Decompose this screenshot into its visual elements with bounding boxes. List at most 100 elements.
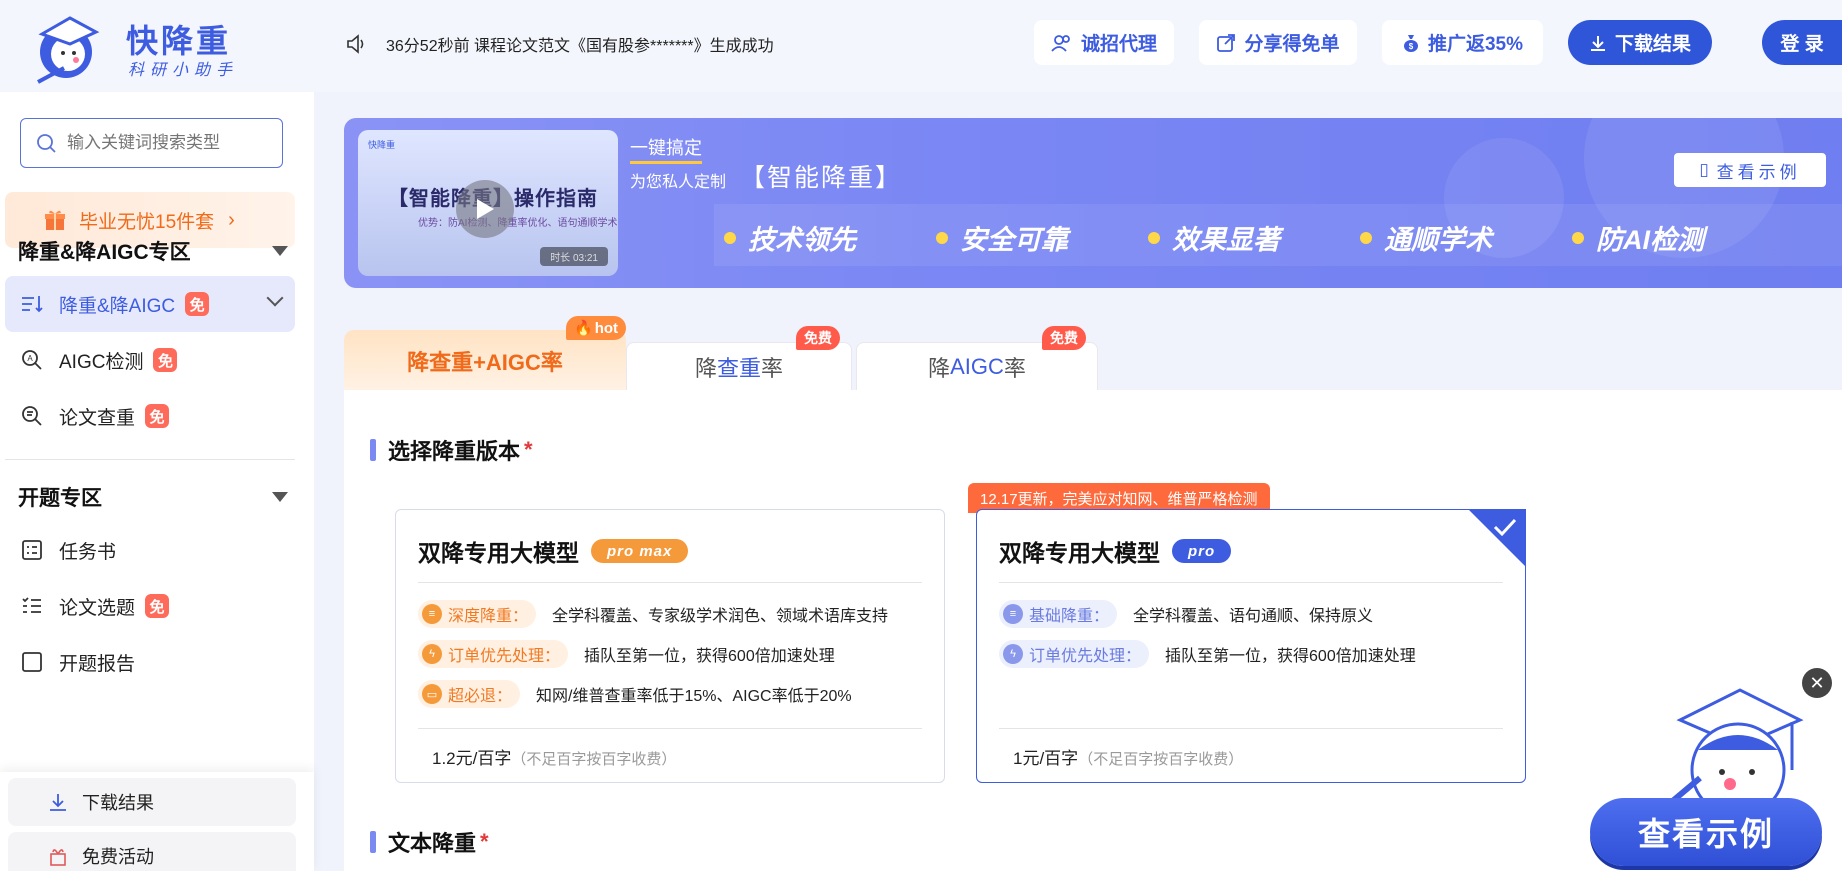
section-title: 降重&降AIGC专区 bbox=[18, 241, 191, 264]
divider bbox=[418, 582, 922, 583]
tab-label-part: 降 bbox=[694, 355, 717, 381]
sidebar-item-paper-check[interactable]: 论文查重 免 bbox=[5, 388, 295, 444]
view-example-button[interactable]: ▯ 查看示例 bbox=[1674, 153, 1826, 187]
feature-pill: ϟ 订单优先处理： bbox=[999, 640, 1150, 668]
free-badge: 免 bbox=[185, 292, 210, 316]
title-bar bbox=[370, 439, 376, 461]
tab-label-part: 率 bbox=[761, 355, 784, 381]
feature-label: 防AI检测 bbox=[1596, 225, 1704, 255]
sidebar-item-proposal-report[interactable]: 开题报告 bbox=[5, 634, 295, 690]
pill-label: 深度降重： bbox=[448, 608, 529, 625]
feature-text: 插队至第一位，获得600倍加速处理 bbox=[1165, 648, 1416, 665]
sidebar-item-rewrite-aigc[interactable]: 降重&降AIGC 免 bbox=[5, 276, 295, 332]
section-title-text: 选择降重版本 bbox=[388, 439, 521, 464]
svg-text:A: A bbox=[27, 354, 33, 363]
play-icon[interactable] bbox=[456, 180, 514, 238]
pro-chip: pro bbox=[1172, 539, 1232, 563]
view-example-label: 查看示例 bbox=[1716, 162, 1801, 182]
sidebar-search[interactable] bbox=[20, 118, 283, 168]
hot-tag: 🔥 hot bbox=[566, 316, 627, 340]
layers-icon: ≡ bbox=[1003, 604, 1023, 624]
layers-icon: ≡ bbox=[422, 604, 442, 624]
version-card-pro[interactable]: 双降专用大模型 pro ≡ 基础降重： 全学科覆盖、语句通顺、保持原义 ϟ 订单优先… bbox=[976, 509, 1526, 783]
section-title: 开题专区 bbox=[18, 487, 102, 510]
sidebar-item-label: 降重&降AIGC bbox=[59, 295, 176, 317]
free-badge: 免 bbox=[145, 404, 170, 428]
book-icon: ▯ bbox=[1699, 160, 1713, 179]
required-mark: * bbox=[524, 437, 533, 462]
feature-item: 效果显著 bbox=[1148, 218, 1280, 257]
tab-label-part: 率 bbox=[1003, 355, 1026, 381]
feature-label: 通顺学术 bbox=[1384, 225, 1492, 255]
free-tag: 免费 bbox=[796, 326, 840, 350]
promo-button[interactable]: $ 推广返35% bbox=[1382, 20, 1543, 65]
feature-text: 知网/维普查重率低于15%、AIGC率低于20% bbox=[536, 688, 852, 705]
sidebar-bottom-panel: 下载结果 免费活动 bbox=[0, 772, 314, 871]
close-icon[interactable]: ✕ bbox=[1802, 668, 1832, 698]
share-button-label: 分享得免单 bbox=[1244, 34, 1340, 55]
agent-button[interactable]: 诚招代理 bbox=[1034, 20, 1174, 65]
card-title: 双降专用大模型 pro bbox=[999, 534, 1232, 568]
video-subtitle: 优势：防AI检测、降重率优化、语句通顺学术 bbox=[418, 218, 618, 229]
guide-video[interactable]: 快降重 【智能降重】操作指南 优势：防AI检测、降重率优化、语句通顺学术 时长 … bbox=[358, 130, 618, 276]
agent-button-label: 诚招代理 bbox=[1080, 34, 1157, 55]
free-tag: 免费 bbox=[1042, 326, 1086, 350]
tab-label-part: 查重 bbox=[716, 355, 761, 381]
required-mark: * bbox=[480, 829, 489, 854]
sidebar-free-activity-button[interactable]: 免费活动 bbox=[8, 832, 296, 871]
sidebar-item-task-book[interactable]: 任务书 bbox=[5, 522, 295, 578]
feature-text: 插队至第一位，获得600倍加速处理 bbox=[584, 648, 835, 665]
login-button-label: 登 录 bbox=[1780, 34, 1824, 55]
download-button[interactable]: 下载结果 bbox=[1568, 20, 1712, 65]
feature-pill: ≡ 基础降重： bbox=[999, 600, 1118, 628]
sidebar-item-topic[interactable]: 论文选题 免 bbox=[5, 578, 295, 634]
download-button-label: 下载结果 bbox=[1614, 34, 1691, 55]
sidebar-item-label: 论文选题 bbox=[59, 597, 136, 619]
pill-label: 超必退： bbox=[448, 688, 513, 705]
bullet-icon bbox=[936, 231, 948, 244]
logo[interactable]: 快降重 科研小助手 bbox=[34, 12, 244, 86]
share-icon bbox=[1217, 33, 1236, 52]
pro-max-chip: pro max bbox=[591, 539, 689, 563]
version-card-pro-max[interactable]: 双降专用大模型 pro max ≡ 深度降重： 全学科覆盖、专家级学术润色、领域术… bbox=[395, 509, 945, 783]
section-header-rewrite[interactable]: 降重&降AIGC专区 bbox=[18, 236, 288, 266]
search-icon bbox=[37, 134, 56, 153]
pill-label: 订单优先处理： bbox=[1029, 648, 1142, 665]
sidebar-item-aigc-detect[interactable]: A AIGC检测 免 bbox=[5, 332, 295, 388]
card-title: 双降专用大模型 pro max bbox=[418, 534, 689, 568]
divider bbox=[999, 582, 1503, 583]
login-button[interactable]: 登 录 bbox=[1762, 20, 1842, 65]
banner-subtitle: 为您私人定制 bbox=[630, 174, 727, 191]
floating-view-example-button[interactable]: 查看示例 bbox=[1590, 798, 1822, 866]
download-icon bbox=[50, 794, 66, 811]
card-price: 1.2元/百字（不足百字按百字收费） bbox=[432, 744, 676, 769]
flame-icon: 🔥 bbox=[574, 320, 593, 337]
speaker-icon bbox=[347, 34, 364, 54]
sidebar-download-button[interactable]: 下载结果 bbox=[8, 778, 296, 826]
doc-search-icon bbox=[19, 403, 45, 429]
feature-item: 技术领先 bbox=[724, 218, 856, 257]
divider bbox=[5, 459, 295, 460]
sidebar-item-label: 任务书 bbox=[59, 541, 117, 563]
feature-pill: ▭ 超必退： bbox=[418, 680, 521, 708]
search-input[interactable] bbox=[67, 133, 277, 153]
notice-text: 36分52秒前 课程论文范文《国有股参*******》生成成功 bbox=[386, 38, 774, 55]
feature-row: ϟ 订单优先处理： 插队至第一位，获得600倍加速处理 bbox=[418, 640, 835, 668]
mascot-logo-icon bbox=[37, 16, 100, 84]
section-header-proposal[interactable]: 开题专区 bbox=[18, 482, 288, 512]
price-value: 1.2元/百字 bbox=[432, 749, 512, 768]
service-tabs: 降查重+AIGC率 🔥 hot 降查重率 免费 降 AIGC 率 免费 bbox=[344, 316, 1842, 392]
feature-pill: ϟ 订单优先处理： bbox=[418, 640, 569, 668]
list-icon bbox=[19, 593, 45, 619]
lightning-icon: ϟ bbox=[1003, 644, 1023, 664]
sidebar-item-label: 论文查重 bbox=[59, 407, 136, 429]
share-button[interactable]: 分享得免单 bbox=[1199, 20, 1357, 65]
pill-label: 订单优先处理： bbox=[448, 648, 561, 665]
chevron-down-icon bbox=[266, 289, 284, 307]
gift-icon bbox=[50, 849, 66, 866]
lightning-icon: ϟ bbox=[422, 644, 442, 664]
gift-icon bbox=[45, 210, 65, 230]
caret-down-icon bbox=[272, 246, 288, 256]
price-value: 1元/百字 bbox=[1013, 749, 1079, 768]
section-title-text-rewrite: 文本降重 * bbox=[370, 826, 489, 858]
